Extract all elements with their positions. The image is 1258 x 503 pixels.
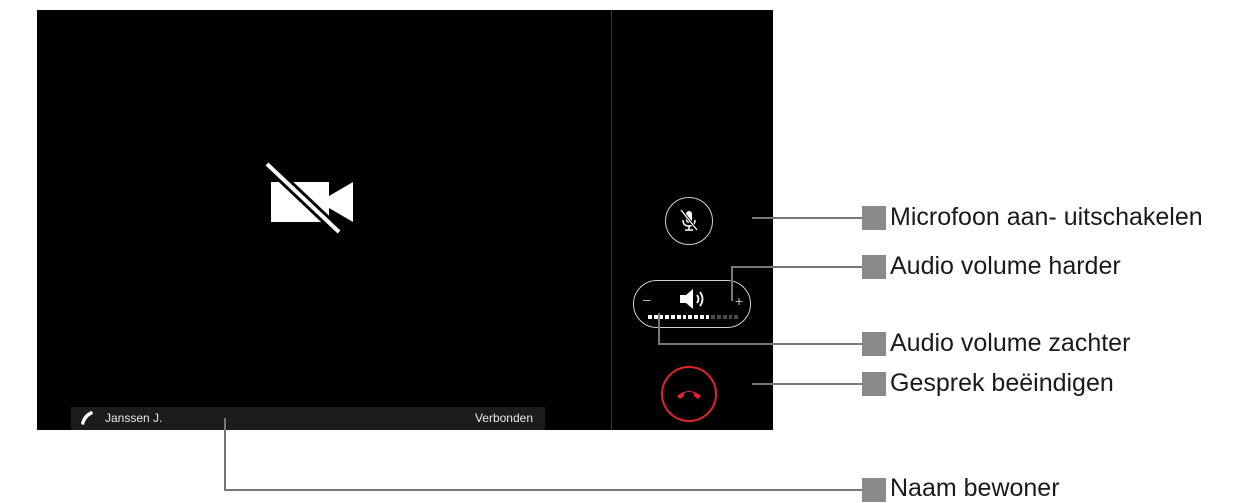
phone-icon bbox=[81, 411, 93, 425]
volume-step bbox=[682, 315, 687, 319]
call-status-bar: Janssen J. Verbonden bbox=[71, 407, 545, 430]
callout-marker bbox=[862, 255, 886, 279]
leader-line-hangup bbox=[752, 383, 862, 385]
leader-line-resident-h bbox=[224, 489, 862, 491]
volume-down-button[interactable]: – bbox=[643, 291, 651, 307]
callout-resident: Naam bewoner bbox=[890, 474, 1060, 502]
volume-level-indicator bbox=[648, 315, 738, 321]
callout-mic: Microfoon aan- uitschakelen bbox=[890, 203, 1203, 231]
volume-step bbox=[717, 315, 721, 319]
callout-marker bbox=[862, 372, 886, 396]
leader-line-volume-down bbox=[658, 313, 660, 344]
volume-step bbox=[728, 315, 733, 319]
call-status: Verbonden bbox=[474, 411, 533, 425]
phone-hangup-icon bbox=[677, 391, 701, 399]
leader-line-resident bbox=[224, 418, 226, 490]
volume-step bbox=[705, 315, 710, 319]
volume-step bbox=[711, 315, 715, 319]
volume-step bbox=[648, 315, 652, 319]
volume-step bbox=[653, 315, 658, 319]
volume-step bbox=[699, 315, 704, 319]
callout-volume-down: Audio volume zachter bbox=[890, 329, 1131, 357]
leader-line-mic bbox=[752, 217, 862, 219]
leader-line-volume-up bbox=[731, 267, 733, 301]
panel-divider bbox=[611, 10, 612, 430]
volume-step bbox=[671, 315, 675, 319]
leader-line-volume-up-h bbox=[731, 266, 862, 268]
volume-step bbox=[659, 315, 664, 319]
callout-volume-up: Audio volume harder bbox=[890, 252, 1121, 280]
video-off-icon bbox=[263, 160, 353, 236]
volume-step bbox=[676, 315, 681, 319]
leader-line-volume-down-h bbox=[658, 343, 862, 345]
intercom-screen: Janssen J. Verbonden – + bbox=[37, 10, 773, 430]
speaker-icon bbox=[680, 289, 704, 309]
volume-step bbox=[688, 315, 692, 319]
volume-up-button[interactable]: + bbox=[735, 293, 743, 309]
callout-marker bbox=[862, 332, 886, 356]
volume-step bbox=[665, 315, 669, 319]
hangup-button[interactable] bbox=[661, 366, 717, 422]
volume-step bbox=[694, 315, 698, 319]
volume-step bbox=[734, 315, 738, 319]
mic-toggle-button[interactable] bbox=[665, 197, 713, 245]
volume-step bbox=[722, 315, 727, 319]
callout-marker bbox=[862, 478, 886, 502]
callout-marker bbox=[862, 206, 886, 230]
mic-off-icon bbox=[679, 209, 699, 231]
resident-name: Janssen J. bbox=[105, 411, 163, 425]
callout-hangup: Gesprek beëindigen bbox=[890, 369, 1114, 397]
volume-control: – + bbox=[633, 280, 751, 328]
